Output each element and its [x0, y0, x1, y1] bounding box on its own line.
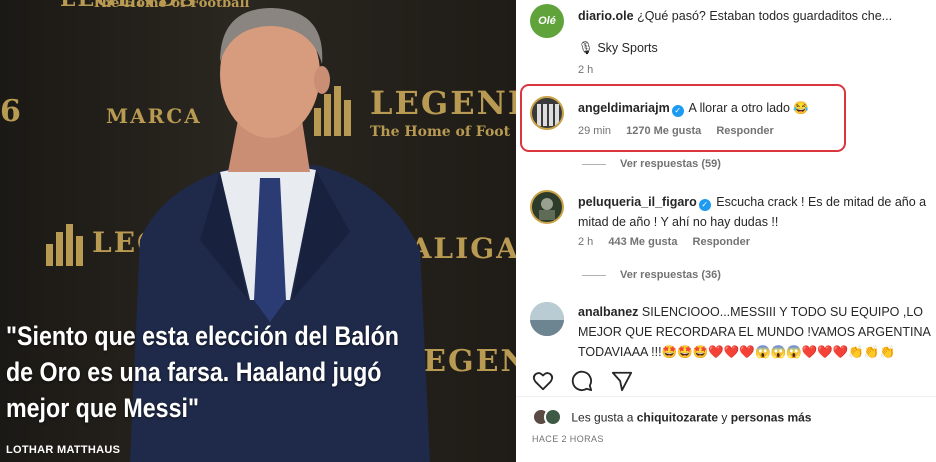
view-replies-label[interactable]: Ver respuestas (59): [620, 158, 721, 170]
comment-row-1: diario.ole ¿Qué pasó? Estaban todos guar…: [578, 6, 928, 26]
legends-bars-logo-left: [46, 224, 86, 266]
comment-username[interactable]: analbanez: [578, 305, 638, 319]
quote-author: LOTHAR MATTHAUS: [6, 444, 121, 456]
actions-divider: [516, 396, 936, 397]
liker-avatar: [544, 408, 562, 426]
reply-button[interactable]: Responder: [693, 236, 750, 248]
likes-user-link[interactable]: chiquitozarate: [637, 411, 718, 425]
comment-likes[interactable]: 443 Me gusta: [608, 236, 677, 248]
comment-row-4: analbanez SILENCIOOO...MESSIII Y TODO SU…: [578, 302, 934, 362]
backdrop-num: 6: [0, 94, 23, 129]
comment-username[interactable]: peluqueria_il_figaro: [578, 195, 697, 209]
avatar-peluqueria[interactable]: [530, 190, 564, 224]
avatar-photo: [539, 198, 555, 220]
likes-suffix: y: [718, 410, 731, 425]
comment-time: 2 h: [578, 236, 594, 248]
comment-row-2: angeldimariajm ✓ A llorar a otro lado 😂: [578, 98, 838, 118]
heart-icon[interactable]: [532, 370, 554, 395]
likes-more-link[interactable]: personas más: [731, 411, 812, 425]
likes-summary: Les gusta a chiquitozarate y personas má…: [532, 408, 811, 429]
comment-username[interactable]: diario.ole: [578, 9, 634, 23]
comment-text: A llorar a otro lado 😂: [688, 101, 809, 115]
comment-time: 29 min: [578, 125, 612, 137]
view-replies-2[interactable]: Ver respuestas (36): [582, 269, 721, 281]
post-actions: [532, 370, 647, 395]
verified-badge-icon: ✓: [698, 199, 711, 211]
ole-logo-text: Olé: [538, 15, 556, 27]
avatar-diario-ole[interactable]: Olé: [530, 4, 564, 38]
replies-line: [582, 163, 606, 165]
comment-extra: 🎙 Sky Sports: [578, 41, 658, 55]
avatar-angeldimariajm[interactable]: [530, 96, 564, 130]
headline-quote: "Siento que esta elección del Balón de O…: [6, 321, 399, 423]
comment-text: ¿Qué pasó? Estaban todos guardaditos che…: [637, 9, 893, 23]
liker-avatars[interactable]: [532, 408, 562, 429]
verified-badge-icon: ✓: [671, 105, 684, 117]
comments-panel: Olé diario.ole ¿Qué pasó? Estaban todos …: [516, 0, 936, 462]
comment-icon[interactable]: [571, 370, 593, 395]
news-photo: LEGENDS The Home of Football MARCA LEGEN…: [0, 0, 516, 462]
comment-meta-3: 2 h 443 Me gusta Responder: [578, 236, 762, 248]
comment-meta-1: 2 h: [578, 64, 605, 76]
reply-button[interactable]: Responder: [716, 125, 773, 137]
send-icon[interactable]: [611, 370, 633, 395]
comment-row-3: peluqueria_il_figaro ✓ Escucha crack ! Es…: [578, 192, 930, 232]
comment-username[interactable]: angeldimariajm: [578, 101, 670, 115]
comment-meta-2: 29 min 1270 Me gusta Responder: [578, 125, 786, 137]
comment-likes[interactable]: 1270 Me gusta: [626, 125, 701, 137]
comment-time: 2 h: [578, 64, 594, 76]
likes-prefix: Les gusta a: [571, 410, 637, 425]
avatar-photo: [530, 302, 564, 336]
view-replies-label[interactable]: Ver respuestas (36): [620, 269, 721, 281]
post-timestamp: HACE 2 HORAS: [532, 434, 604, 444]
highlight-box: [520, 84, 846, 152]
view-replies-1[interactable]: Ver respuestas (59): [582, 158, 721, 170]
avatar-analbanez[interactable]: [530, 302, 564, 336]
replies-line: [582, 274, 606, 276]
